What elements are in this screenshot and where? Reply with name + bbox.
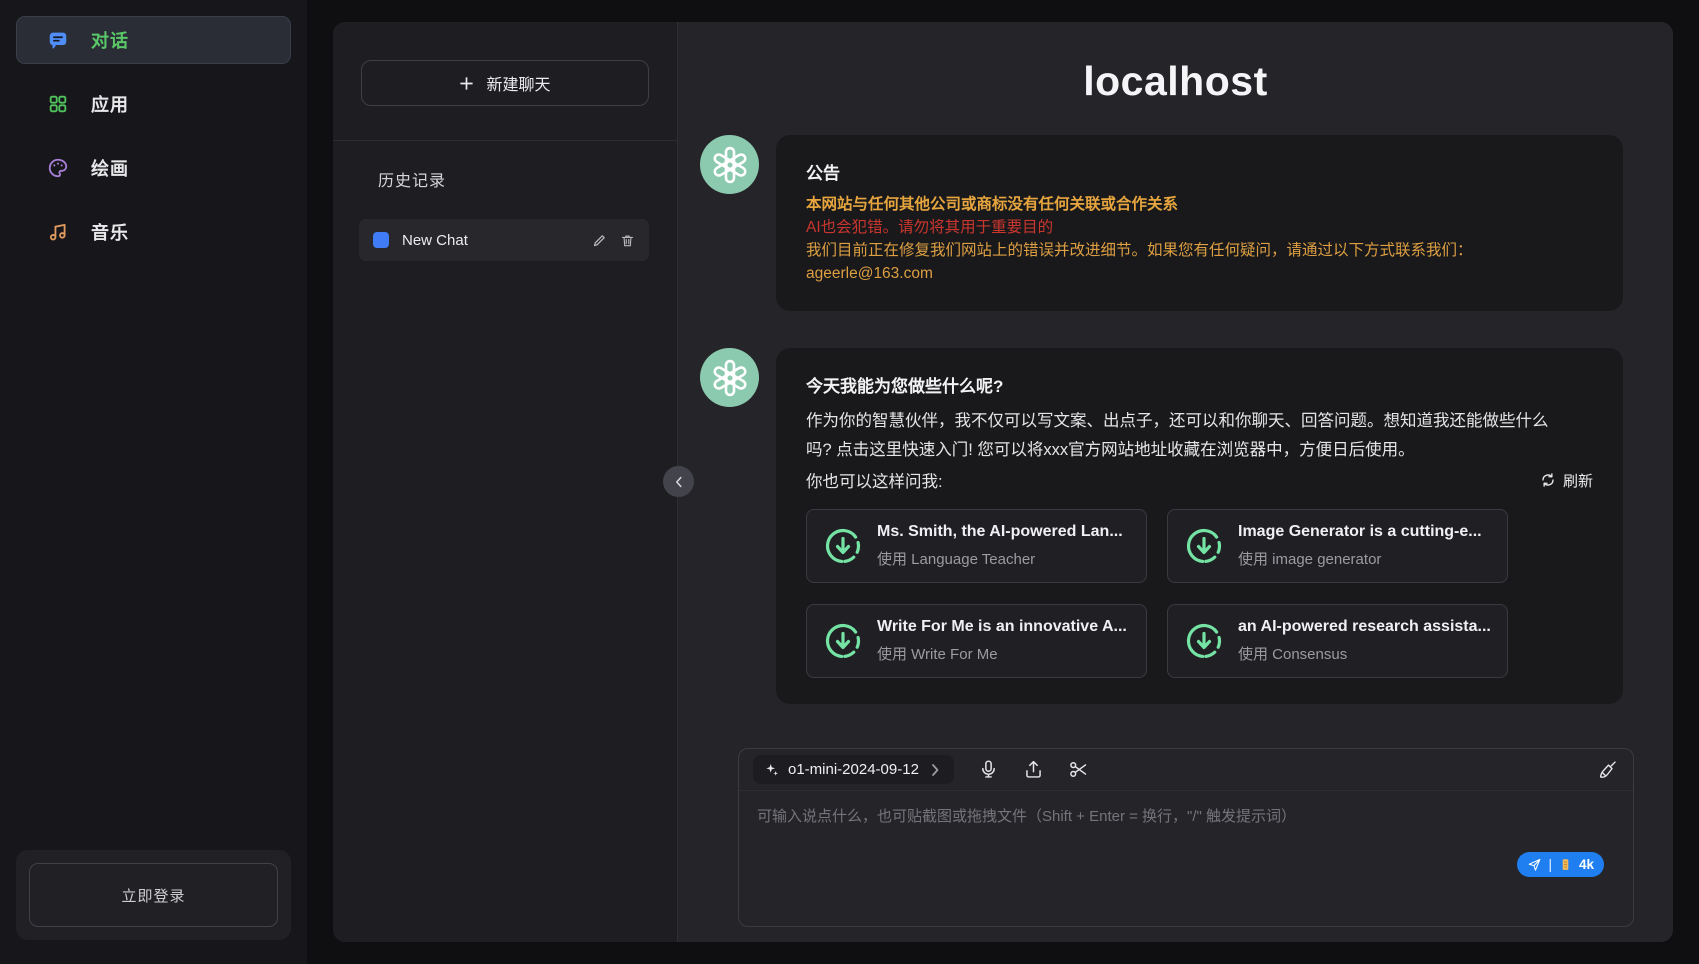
- announcement-line: 我们目前正在修复我们网站上的错误并改进细节。如果您有任何疑问，请通过以下方式联系…: [806, 239, 1593, 262]
- sparkle-icon: [764, 762, 780, 778]
- scissors-icon: [1068, 759, 1089, 780]
- sidebar-item-label: 应用: [91, 91, 129, 117]
- badge-divider: |: [1548, 857, 1552, 872]
- login-button[interactable]: 立即登录: [29, 863, 278, 927]
- broom-icon: [1598, 759, 1619, 780]
- music-icon: [47, 221, 69, 243]
- sidebar-item-label: 音乐: [91, 219, 129, 245]
- suggestion-subtitle: 使用 Write For Me: [877, 643, 1127, 664]
- ask-label: 你也可以这样问我:: [806, 468, 943, 492]
- sidebar-item-label: 绘画: [91, 155, 129, 181]
- suggestion-title: Ms. Smith, the AI-powered Lan...: [877, 523, 1123, 541]
- send-token-badge[interactable]: | 4k: [1517, 852, 1604, 877]
- assistant-avatar: [700, 348, 759, 407]
- delete-icon[interactable]: [620, 233, 635, 248]
- openai-logo-icon: [710, 358, 750, 398]
- suggestion-title: Write For Me is an innovative A...: [877, 618, 1127, 636]
- suggestion-card[interactable]: Ms. Smith, the AI-powered Lan... 使用 Lang…: [806, 509, 1147, 583]
- announcement-email: ageerle@163.com: [806, 262, 1593, 285]
- install-icon: [1184, 526, 1224, 566]
- suggestion-card[interactable]: an AI-powered research assista... 使用 Con…: [1167, 604, 1508, 678]
- suggestion-grid: Ms. Smith, the AI-powered Lan... 使用 Lang…: [806, 509, 1593, 678]
- refresh-button[interactable]: 刷新: [1540, 470, 1593, 491]
- model-selector[interactable]: o1-mini-2024-09-12: [753, 755, 954, 784]
- openai-logo-icon: [710, 145, 750, 185]
- chat-main-panel: localhost 公告 本网站与任何其他公司或商标没有任何关联: [678, 22, 1673, 942]
- announcement-card: 公告 本网站与任何其他公司或商标没有任何关联或合作关系 AI也会犯错。请勿将其用…: [776, 135, 1623, 311]
- token-count: 4k: [1579, 857, 1594, 872]
- apps-icon: [47, 93, 69, 115]
- chevron-left-icon: [672, 475, 686, 489]
- sidebar-item-chat[interactable]: 对话: [16, 16, 291, 64]
- divider: [333, 140, 677, 141]
- suggestion-title: an AI-powered research assista...: [1238, 618, 1491, 636]
- welcome-card: 今天我能为您做些什么呢? 作为你的智慧伙伴，我不仅可以写文案、出点子，还可以和你…: [776, 348, 1623, 704]
- model-label: o1-mini-2024-09-12: [788, 761, 919, 778]
- sidebar-item-apps[interactable]: 应用: [16, 80, 291, 128]
- content-wrapper: 新建聊天 历史记录 New Chat localhost: [333, 22, 1673, 942]
- suggestion-subtitle: 使用 Language Teacher: [877, 548, 1123, 569]
- new-chat-label: 新建聊天: [486, 71, 550, 95]
- suggestion-subtitle: 使用 image generator: [1238, 548, 1482, 569]
- suggestion-subtitle: 使用 Consensus: [1238, 643, 1491, 664]
- message-announcement: 公告 本网站与任何其他公司或商标没有任何关联或合作关系 AI也会犯错。请勿将其用…: [700, 135, 1623, 311]
- install-icon: [823, 526, 863, 566]
- composer-input-area: | 4k: [739, 791, 1633, 927]
- suggestion-card[interactable]: Image Generator is a cutting-e... 使用 ima…: [1167, 509, 1508, 583]
- chat-icon: [47, 29, 69, 51]
- message-welcome: 今天我能为您做些什么呢? 作为你的智慧伙伴，我不仅可以写文案、出点子，还可以和你…: [700, 348, 1623, 704]
- refresh-label: 刷新: [1563, 470, 1593, 491]
- sidebar-item-music[interactable]: 音乐: [16, 208, 291, 256]
- chat-history-item[interactable]: New Chat: [359, 219, 649, 261]
- refresh-icon: [1540, 472, 1556, 488]
- message-input[interactable]: [739, 791, 1633, 927]
- microphone-icon: [978, 759, 999, 780]
- send-icon: [1527, 857, 1542, 872]
- suggestion-title: Image Generator is a cutting-e...: [1238, 523, 1482, 541]
- install-icon: [823, 621, 863, 661]
- welcome-body: 作为你的智慧伙伴，我不仅可以写文案、出点子，还可以和你聊天、回答问题。想知道我还…: [806, 407, 1566, 465]
- chat-item-title: New Chat: [402, 232, 579, 249]
- palette-icon: [47, 157, 69, 179]
- announcement-line: 本网站与任何其他公司或商标没有任何关联或合作关系: [806, 193, 1593, 216]
- edit-icon[interactable]: [592, 233, 607, 248]
- announcement-heading: 公告: [806, 159, 1593, 184]
- message-list: 公告 本网站与任何其他公司或商标没有任何关联或合作关系 AI也会犯错。请勿将其用…: [678, 135, 1673, 704]
- chat-item-icon: [373, 232, 389, 248]
- install-icon: [1184, 621, 1224, 661]
- suggestion-card[interactable]: Write For Me is an innovative A... 使用 Wr…: [806, 604, 1147, 678]
- chevron-right-icon: [927, 762, 943, 778]
- scissors-button[interactable]: [1068, 759, 1089, 780]
- collapse-sidebar-button[interactable]: [663, 466, 694, 497]
- sidebar-item-label: 对话: [91, 27, 129, 53]
- upload-button[interactable]: [1023, 759, 1044, 780]
- composer-toolbar: o1-mini-2024-09-12: [739, 749, 1633, 791]
- sidebar-item-drawing[interactable]: 绘画: [16, 144, 291, 192]
- login-card: 立即登录: [16, 850, 291, 940]
- clear-context-button[interactable]: [1598, 759, 1619, 780]
- microphone-button[interactable]: [978, 759, 999, 780]
- assistant-avatar: [700, 135, 759, 194]
- announcement-line: AI也会犯错。请勿将其用于重要目的: [806, 216, 1593, 239]
- welcome-heading: 今天我能为您做些什么呢?: [806, 372, 1593, 397]
- composer: o1-mini-2024-09-12: [738, 748, 1634, 927]
- sidebar: 对话 应用 绘画 音乐 立即登录: [0, 0, 307, 964]
- upload-icon: [1023, 759, 1044, 780]
- page-title: localhost: [678, 58, 1673, 105]
- history-label: 历史记录: [378, 167, 677, 191]
- token-coin-icon: [1558, 857, 1573, 872]
- new-chat-button[interactable]: 新建聊天: [361, 60, 649, 106]
- chat-list-panel: 新建聊天 历史记录 New Chat: [333, 22, 678, 942]
- plus-icon: [459, 76, 474, 91]
